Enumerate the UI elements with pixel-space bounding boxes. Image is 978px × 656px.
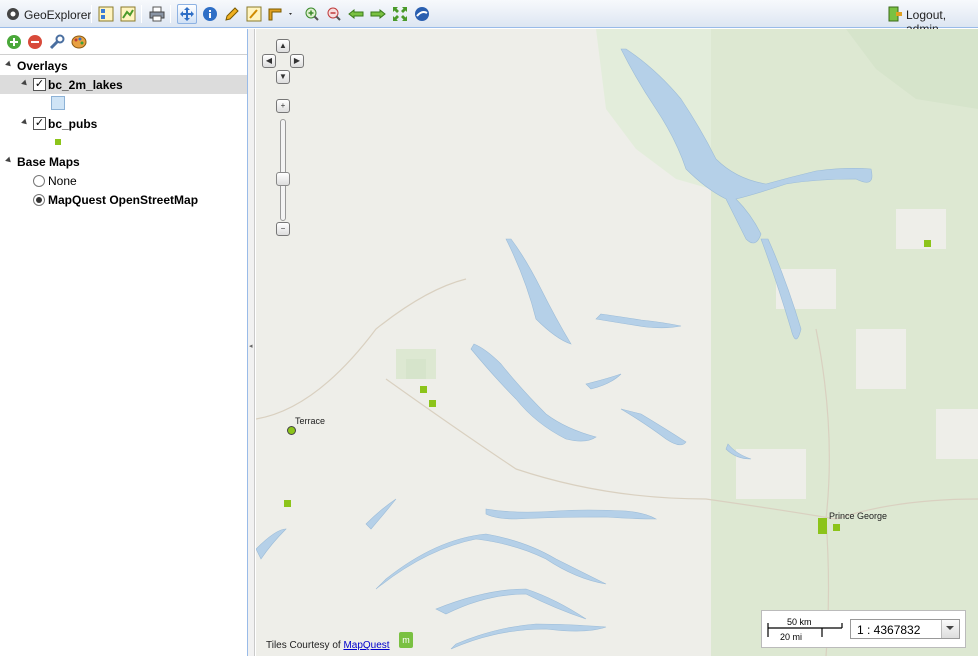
layer-properties-wrench-icon[interactable] xyxy=(49,34,65,50)
basemap-name: None xyxy=(48,174,77,188)
scale-box: 50 km 20 mi 1 : 4367832 xyxy=(761,610,966,648)
layer-name: bc_pubs xyxy=(48,117,98,131)
map-tiles xyxy=(256,29,978,656)
chevron-down-icon[interactable] xyxy=(941,620,959,638)
mapquest-logo-icon: m xyxy=(399,632,413,648)
forward-arrow-icon[interactable] xyxy=(368,4,388,24)
main-toolbar: GeoExplorer Logout, admi xyxy=(0,0,978,36)
basemap-radio[interactable] xyxy=(33,194,45,206)
google-earth-icon[interactable] xyxy=(412,4,432,24)
basemaps-folder[interactable]: Base Maps xyxy=(0,152,247,171)
panel-splitter[interactable]: ◂ xyxy=(248,29,255,656)
pan-down-button[interactable]: ▼ xyxy=(276,70,290,84)
zoom-in-icon[interactable] xyxy=(302,4,322,24)
zoom-extent-icon[interactable] xyxy=(390,4,410,24)
map-viewport[interactable]: ▲ ◀ ▶ ▼ + − Terrace Prince George Tiles … xyxy=(256,29,978,656)
pub-marker[interactable] xyxy=(924,240,931,247)
city-label: Prince George xyxy=(829,511,888,521)
basemap-item-none[interactable]: None xyxy=(0,171,247,190)
measure-icon[interactable] xyxy=(266,4,296,24)
zoom-slider-track[interactable] xyxy=(280,119,286,221)
query-icon[interactable] xyxy=(244,4,264,24)
expand-arrow-icon[interactable] xyxy=(5,60,13,69)
layer-checkbox[interactable]: ✓ xyxy=(33,117,46,130)
basemap-radio[interactable] xyxy=(33,175,45,187)
logout-icon[interactable] xyxy=(885,4,905,24)
expand-arrow-icon[interactable] xyxy=(21,79,29,88)
expand-arrow-icon[interactable] xyxy=(21,118,29,127)
scale-select[interactable]: 1 : 4367832 xyxy=(850,619,960,639)
app-title: GeoExplorer xyxy=(24,8,92,22)
layer-item-bc-2m-lakes[interactable]: ✓ bc_2m_lakes xyxy=(0,75,247,94)
pan-icon[interactable] xyxy=(177,4,197,24)
layer-name: bc_2m_lakes xyxy=(48,78,123,92)
geoexplorer-logo-icon xyxy=(3,4,23,24)
zoom-out-icon[interactable] xyxy=(324,4,344,24)
basemaps-label: Base Maps xyxy=(17,155,80,169)
pan-right-button[interactable]: ▶ xyxy=(290,54,304,68)
layers-panel: Overlays ✓ bc_2m_lakes ✓ bc_pubs Base Ma… xyxy=(0,29,248,656)
pan-up-button[interactable]: ▲ xyxy=(276,39,290,53)
city-label: Terrace xyxy=(295,416,326,426)
map-attribution: Tiles Courtesy of MapQuest xyxy=(266,640,390,651)
zoom-in-button[interactable]: + xyxy=(276,99,290,113)
add-layer-icon[interactable] xyxy=(6,34,22,50)
scale-km: 50 km xyxy=(787,617,812,627)
pub-marker[interactable] xyxy=(833,524,840,531)
style-palette-icon[interactable] xyxy=(71,34,87,50)
scale-mi: 20 mi xyxy=(780,632,803,642)
info-icon[interactable] xyxy=(200,4,220,24)
basemap-item-mapquest[interactable]: MapQuest OpenStreetMap xyxy=(0,190,247,209)
legend-row-lakes xyxy=(0,94,247,114)
terrace-marker-icon xyxy=(287,426,296,435)
layer-checkbox[interactable]: ✓ xyxy=(33,78,46,91)
pub-marker[interactable] xyxy=(284,500,291,507)
zoom-out-button[interactable]: − xyxy=(276,222,290,236)
basemap-name: MapQuest OpenStreetMap xyxy=(48,193,199,207)
zoom-slider-thumb[interactable] xyxy=(276,172,290,186)
pub-marker[interactable] xyxy=(420,386,427,393)
remove-layer-icon[interactable] xyxy=(27,34,43,50)
pub-marker-cluster[interactable] xyxy=(818,518,827,534)
layer-item-bc-pubs[interactable]: ✓ bc_pubs xyxy=(0,114,247,133)
collapse-arrow-icon[interactable]: ◂ xyxy=(249,342,253,350)
legend-row-pubs xyxy=(0,133,247,152)
pub-marker[interactable] xyxy=(429,400,436,407)
overlays-folder[interactable]: Overlays xyxy=(0,56,247,75)
scale-value: 1 : 4367832 xyxy=(857,623,921,637)
lake-legend-swatch xyxy=(51,96,65,110)
mapquest-link[interactable]: MapQuest xyxy=(343,640,389,651)
layer-properties-icon[interactable] xyxy=(96,4,116,24)
print-icon[interactable] xyxy=(147,4,167,24)
expand-arrow-icon[interactable] xyxy=(5,156,13,165)
edit-pencil-icon[interactable] xyxy=(222,4,242,24)
layers-toolbar xyxy=(0,29,247,55)
back-arrow-icon[interactable] xyxy=(346,4,366,24)
overlays-label: Overlays xyxy=(17,59,68,73)
pub-legend-swatch xyxy=(55,139,61,145)
pan-left-button[interactable]: ◀ xyxy=(262,54,276,68)
tree-toggle-icon[interactable] xyxy=(118,4,138,24)
attribution-text: Tiles Courtesy of xyxy=(266,640,341,651)
